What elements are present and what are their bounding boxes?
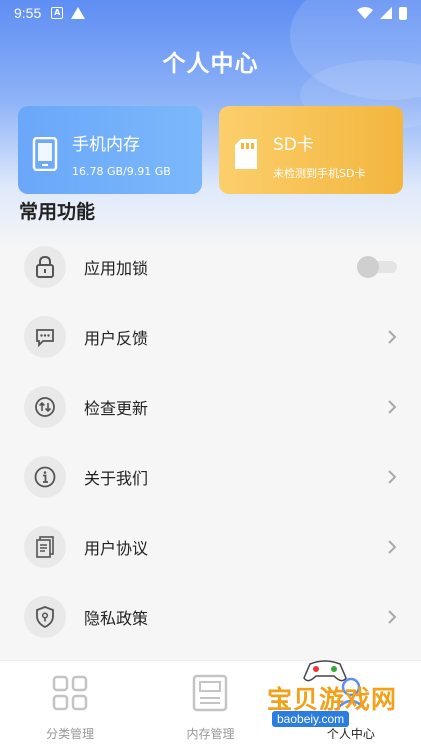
section-title: 常用功能 bbox=[19, 201, 96, 223]
category-grid-icon bbox=[52, 675, 88, 711]
chevron-right-icon bbox=[388, 400, 397, 414]
menu-item-check-update[interactable]: 检查更新 bbox=[0, 372, 421, 442]
menu-item-privacy-policy[interactable]: 隐私政策 bbox=[0, 582, 421, 652]
sd-card-icon bbox=[235, 139, 257, 169]
watermark-url: baobeiy.com bbox=[272, 711, 350, 727]
phone-storage-card[interactable]: 手机内存 16.78 GB/9.91 GB bbox=[18, 106, 202, 194]
chevron-right-icon bbox=[388, 610, 397, 624]
menu-item-label: 检查更新 bbox=[84, 399, 149, 418]
nav-label: 分类管理 bbox=[46, 727, 95, 741]
menu-item-label: 用户反馈 bbox=[84, 329, 149, 348]
privacy-shield-icon bbox=[24, 596, 66, 638]
menu-item-label: 隐私政策 bbox=[84, 609, 149, 628]
notification-a-icon: A bbox=[51, 7, 64, 19]
watermark-logo: 宝贝游戏网 baobeiy.com bbox=[262, 656, 421, 750]
menu-item-about-us[interactable]: 关于我们 bbox=[0, 442, 421, 512]
signal-icon bbox=[380, 7, 392, 19]
menu-item-feedback[interactable]: 用户反馈 bbox=[0, 302, 421, 372]
chevron-right-icon bbox=[388, 540, 397, 554]
chevron-right-icon bbox=[388, 330, 397, 344]
storage-icon bbox=[193, 674, 228, 712]
lock-icon bbox=[24, 246, 66, 288]
warning-icon bbox=[71, 7, 86, 19]
battery-icon bbox=[399, 6, 407, 20]
update-icon bbox=[24, 386, 66, 428]
menu-item-label: 关于我们 bbox=[84, 469, 149, 488]
phone-icon bbox=[32, 137, 58, 171]
menu-list: 应用加锁 用户反馈 检查更新 关于我们 用户协议 隐私政策 bbox=[0, 232, 421, 652]
status-time: 9:55 bbox=[14, 5, 42, 21]
menu-item-label: 用户协议 bbox=[84, 539, 149, 558]
nav-label: 内存管理 bbox=[186, 727, 235, 741]
info-icon bbox=[24, 456, 66, 498]
wifi-icon bbox=[357, 7, 373, 19]
nav-item-storage-management[interactable]: 内存管理 bbox=[140, 661, 280, 750]
sd-card-storage-card[interactable]: SD卡 未检测到手机SD卡 bbox=[219, 106, 403, 194]
menu-item-label: 应用加锁 bbox=[84, 259, 149, 278]
nav-item-category-management[interactable]: 分类管理 bbox=[0, 661, 140, 750]
sd-card-status: 未检测到手机SD卡 bbox=[273, 167, 366, 180]
app-lock-toggle[interactable] bbox=[357, 256, 397, 278]
menu-item-user-agreement[interactable]: 用户协议 bbox=[0, 512, 421, 582]
status-bar: 9:55 A bbox=[0, 0, 421, 26]
chevron-right-icon bbox=[388, 470, 397, 484]
feedback-icon bbox=[24, 316, 66, 358]
menu-item-app-lock[interactable]: 应用加锁 bbox=[0, 232, 421, 302]
phone-storage-title: 手机内存 bbox=[72, 135, 140, 155]
agreement-icon bbox=[24, 526, 66, 568]
phone-storage-usage: 16.78 GB/9.91 GB bbox=[72, 165, 171, 178]
sd-card-title: SD卡 bbox=[273, 135, 314, 155]
page-title: 个人中心 bbox=[162, 51, 259, 77]
